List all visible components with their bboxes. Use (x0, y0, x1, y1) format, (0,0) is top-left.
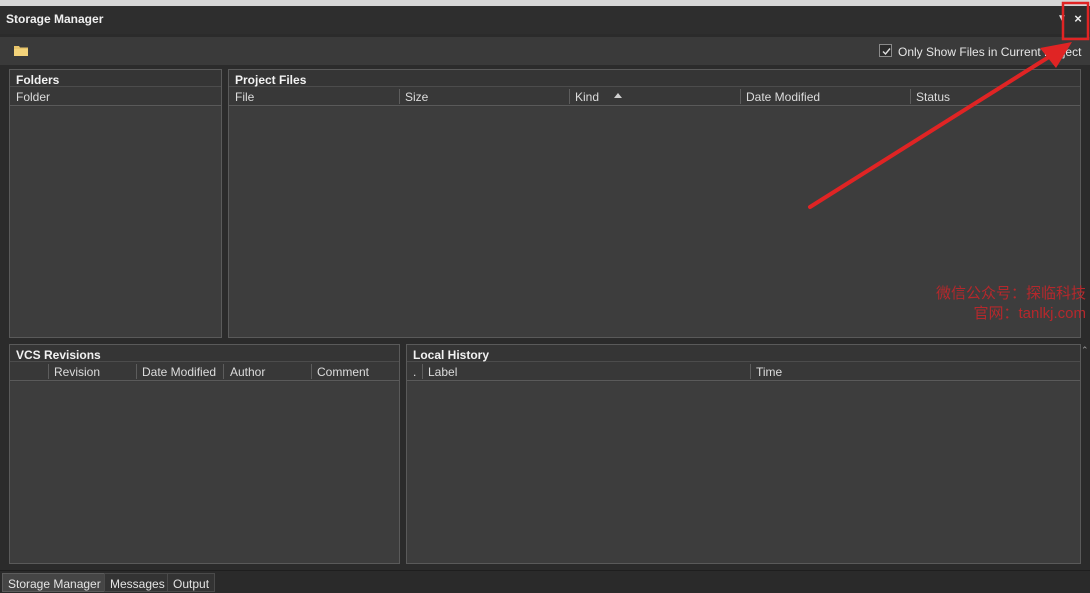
folders-panel-title: Folders (10, 70, 221, 87)
column-status[interactable]: Status (916, 90, 950, 104)
column-separator[interactable] (422, 364, 423, 379)
column-label[interactable]: Label (428, 365, 457, 379)
column-file[interactable]: File (235, 90, 254, 104)
vcs-revisions-list[interactable] (10, 382, 399, 563)
close-button[interactable]: × (1071, 11, 1085, 26)
column-folder[interactable]: Folder (16, 90, 50, 104)
project-files-column-header: File Size Kind Date Modified Status (229, 87, 1080, 106)
column-dot[interactable]: . (413, 365, 416, 379)
collapse-panels-icon[interactable]: ⌃ (1081, 345, 1089, 356)
sort-ascending-icon (614, 93, 622, 98)
local-history-panel-title: Local History (407, 345, 1080, 362)
bottom-tab-bar: Storage Manager Messages Output (0, 570, 1090, 593)
watermark-line-1: 微信公众号：探临科技 (935, 285, 1086, 302)
tab-messages[interactable]: Messages (104, 573, 171, 592)
folder-icon[interactable] (14, 45, 28, 56)
folders-list[interactable] (10, 107, 221, 337)
column-separator[interactable] (399, 89, 400, 104)
tab-output[interactable]: Output (167, 573, 216, 592)
column-separator[interactable] (569, 89, 570, 104)
column-author[interactable]: Author (230, 365, 265, 379)
project-files-panel-title: Project Files (229, 70, 1080, 87)
vcs-revisions-panel: VCS Revisions Revision Date Modified Aut… (9, 344, 400, 564)
toolbar: Only Show Files in Current Project (0, 37, 1090, 65)
watermark-line-2: 官网：tanlkj.com (973, 305, 1086, 322)
column-comment[interactable]: Comment (317, 365, 369, 379)
column-kind[interactable]: Kind (575, 90, 599, 104)
local-history-list[interactable] (407, 382, 1080, 563)
only-show-current-project-checkbox[interactable] (879, 44, 892, 57)
panel-title: Storage Manager (6, 12, 104, 26)
column-separator[interactable] (223, 364, 224, 379)
column-separator[interactable] (750, 364, 751, 379)
column-separator[interactable] (740, 89, 741, 104)
vcs-revisions-panel-title: VCS Revisions (10, 345, 399, 362)
panel-titlebar: Storage Manager ▼ × (0, 6, 1090, 34)
column-time[interactable]: Time (756, 365, 782, 379)
column-separator[interactable] (311, 364, 312, 379)
column-separator[interactable] (136, 364, 137, 379)
local-history-panel: Local History . Label Time (406, 344, 1081, 564)
column-separator[interactable] (48, 364, 49, 379)
column-date-modified[interactable]: Date Modified (142, 365, 216, 379)
tab-storage-manager[interactable]: Storage Manager (2, 573, 107, 592)
local-history-column-header: . Label Time (407, 362, 1080, 381)
folders-panel: Folders Folder (9, 69, 222, 338)
column-revision[interactable]: Revision (54, 365, 100, 379)
panel-menu-dropdown-icon[interactable]: ▼ (1057, 13, 1067, 24)
vcs-column-header: Revision Date Modified Author Comment (10, 362, 399, 381)
folders-column-header: Folder (10, 87, 221, 106)
column-size[interactable]: Size (405, 90, 428, 104)
only-show-current-project-label[interactable]: Only Show Files in Current Project (898, 45, 1081, 59)
column-separator[interactable] (910, 89, 911, 104)
column-date-modified[interactable]: Date Modified (746, 90, 820, 104)
